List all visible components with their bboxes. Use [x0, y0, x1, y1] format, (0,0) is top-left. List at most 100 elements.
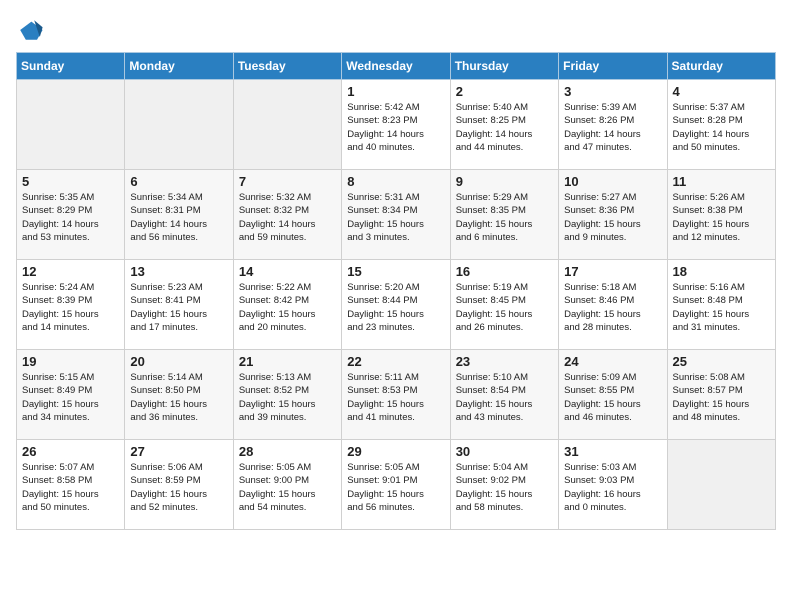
day-number: 3 [564, 84, 661, 99]
day-info: Sunrise: 5:34 AM Sunset: 8:31 PM Dayligh… [130, 191, 227, 244]
calendar-cell: 16Sunrise: 5:19 AM Sunset: 8:45 PM Dayli… [450, 260, 558, 350]
logo-icon [16, 16, 44, 44]
day-number: 13 [130, 264, 227, 279]
day-info: Sunrise: 5:03 AM Sunset: 9:03 PM Dayligh… [564, 461, 661, 514]
col-header-wednesday: Wednesday [342, 53, 450, 80]
calendar-cell: 18Sunrise: 5:16 AM Sunset: 8:48 PM Dayli… [667, 260, 775, 350]
calendar-cell: 11 Sunrise: 5:26 AM Sunset: 8:38 PM Dayli… [667, 170, 775, 260]
calendar-cell: 26 Sunrise: 5:07 AM Sunset: 8:58 PM Dayli… [17, 440, 125, 530]
day-info: Sunrise: 5:14 AM Sunset: 8:50 PM Dayligh… [130, 371, 227, 424]
calendar-cell: 10Sunrise: 5:27 AM Sunset: 8:36 PM Dayli… [559, 170, 667, 260]
day-info: Sunrise: 5:04 AM Sunset: 9:02 PM Dayligh… [456, 461, 553, 514]
day-number: 17 [564, 264, 661, 279]
col-header-thursday: Thursday [450, 53, 558, 80]
calendar-cell: 22 Sunrise: 5:11 AM Sunset: 8:53 PM Dayli… [342, 350, 450, 440]
day-number: 7 [239, 174, 336, 189]
col-header-monday: Monday [125, 53, 233, 80]
day-info: Sunrise: 5:11 AM Sunset: 8:53 PM Dayligh… [347, 371, 444, 424]
day-number: 1 [347, 84, 444, 99]
col-header-friday: Friday [559, 53, 667, 80]
calendar-cell: 7Sunrise: 5:32 AM Sunset: 8:32 PM Daylig… [233, 170, 341, 260]
day-info: Sunrise: 5:05 AM Sunset: 9:00 PM Dayligh… [239, 461, 336, 514]
day-number: 14 [239, 264, 336, 279]
day-number: 9 [456, 174, 553, 189]
calendar-cell: 4 Sunrise: 5:37 AM Sunset: 8:28 PM Daylig… [667, 80, 775, 170]
calendar-cell [667, 440, 775, 530]
calendar-body: 1 Sunrise: 5:42 AM Sunset: 8:23 PM Daylig… [17, 80, 776, 530]
calendar-cell: 17 Sunrise: 5:18 AM Sunset: 8:46 PM Dayli… [559, 260, 667, 350]
calendar-cell: 14 Sunrise: 5:22 AM Sunset: 8:42 PM Dayli… [233, 260, 341, 350]
day-info: Sunrise: 5:08 AM Sunset: 8:57 PM Dayligh… [673, 371, 770, 424]
day-info: Sunrise: 5:23 AM Sunset: 8:41 PM Dayligh… [130, 281, 227, 334]
day-number: 11 [673, 174, 770, 189]
col-header-saturday: Saturday [667, 53, 775, 80]
week-row-1: 1 Sunrise: 5:42 AM Sunset: 8:23 PM Daylig… [17, 80, 776, 170]
calendar-cell: 1 Sunrise: 5:42 AM Sunset: 8:23 PM Daylig… [342, 80, 450, 170]
day-number: 6 [130, 174, 227, 189]
calendar-cell [233, 80, 341, 170]
day-number: 20 [130, 354, 227, 369]
col-header-sunday: Sunday [17, 53, 125, 80]
day-info: Sunrise: 5:42 AM Sunset: 8:23 PM Dayligh… [347, 101, 444, 154]
calendar-table: SundayMondayTuesdayWednesdayThursdayFrid… [16, 52, 776, 530]
day-number: 24 [564, 354, 661, 369]
day-number: 29 [347, 444, 444, 459]
day-number: 22 [347, 354, 444, 369]
day-info: Sunrise: 5:09 AM Sunset: 8:55 PM Dayligh… [564, 371, 661, 424]
day-info: Sunrise: 5:22 AM Sunset: 8:42 PM Dayligh… [239, 281, 336, 334]
day-info: Sunrise: 5:31 AM Sunset: 8:34 PM Dayligh… [347, 191, 444, 244]
header-row: SundayMondayTuesdayWednesdayThursdayFrid… [17, 53, 776, 80]
week-row-3: 12 Sunrise: 5:24 AM Sunset: 8:39 PM Dayli… [17, 260, 776, 350]
day-info: Sunrise: 5:26 AM Sunset: 8:38 PM Dayligh… [673, 191, 770, 244]
calendar-cell [125, 80, 233, 170]
day-number: 21 [239, 354, 336, 369]
day-info: Sunrise: 5:05 AM Sunset: 9:01 PM Dayligh… [347, 461, 444, 514]
calendar-cell: 19Sunrise: 5:15 AM Sunset: 8:49 PM Dayli… [17, 350, 125, 440]
day-info: Sunrise: 5:37 AM Sunset: 8:28 PM Dayligh… [673, 101, 770, 154]
day-number: 30 [456, 444, 553, 459]
day-number: 8 [347, 174, 444, 189]
calendar-cell: 9 Sunrise: 5:29 AM Sunset: 8:35 PM Daylig… [450, 170, 558, 260]
day-info: Sunrise: 5:20 AM Sunset: 8:44 PM Dayligh… [347, 281, 444, 334]
col-header-tuesday: Tuesday [233, 53, 341, 80]
day-number: 27 [130, 444, 227, 459]
calendar-cell: 3 Sunrise: 5:39 AM Sunset: 8:26 PM Daylig… [559, 80, 667, 170]
calendar-cell: 28Sunrise: 5:05 AM Sunset: 9:00 PM Dayli… [233, 440, 341, 530]
day-number: 18 [673, 264, 770, 279]
day-number: 16 [456, 264, 553, 279]
calendar-cell [17, 80, 125, 170]
day-number: 4 [673, 84, 770, 99]
day-info: Sunrise: 5:39 AM Sunset: 8:26 PM Dayligh… [564, 101, 661, 154]
day-number: 26 [22, 444, 119, 459]
day-number: 5 [22, 174, 119, 189]
calendar-cell: 23Sunrise: 5:10 AM Sunset: 8:54 PM Dayli… [450, 350, 558, 440]
day-info: Sunrise: 5:06 AM Sunset: 8:59 PM Dayligh… [130, 461, 227, 514]
logo [16, 16, 48, 44]
calendar-cell: 27 Sunrise: 5:06 AM Sunset: 8:59 PM Dayli… [125, 440, 233, 530]
day-info: Sunrise: 5:07 AM Sunset: 8:58 PM Dayligh… [22, 461, 119, 514]
calendar-cell: 2 Sunrise: 5:40 AM Sunset: 8:25 PM Daylig… [450, 80, 558, 170]
day-info: Sunrise: 5:35 AM Sunset: 8:29 PM Dayligh… [22, 191, 119, 244]
day-number: 25 [673, 354, 770, 369]
calendar-cell: 25 Sunrise: 5:08 AM Sunset: 8:57 PM Dayli… [667, 350, 775, 440]
day-number: 10 [564, 174, 661, 189]
week-row-5: 26 Sunrise: 5:07 AM Sunset: 8:58 PM Dayli… [17, 440, 776, 530]
day-info: Sunrise: 5:24 AM Sunset: 8:39 PM Dayligh… [22, 281, 119, 334]
day-info: Sunrise: 5:18 AM Sunset: 8:46 PM Dayligh… [564, 281, 661, 334]
calendar-cell: 5 Sunrise: 5:35 AM Sunset: 8:29 PM Daylig… [17, 170, 125, 260]
calendar-cell: 29 Sunrise: 5:05 AM Sunset: 9:01 PM Dayli… [342, 440, 450, 530]
calendar-cell: 21 Sunrise: 5:13 AM Sunset: 8:52 PM Dayli… [233, 350, 341, 440]
calendar-cell: 12 Sunrise: 5:24 AM Sunset: 8:39 PM Dayli… [17, 260, 125, 350]
day-info: Sunrise: 5:29 AM Sunset: 8:35 PM Dayligh… [456, 191, 553, 244]
calendar-cell: 24 Sunrise: 5:09 AM Sunset: 8:55 PM Dayli… [559, 350, 667, 440]
calendar-cell: 6 Sunrise: 5:34 AM Sunset: 8:31 PM Daylig… [125, 170, 233, 260]
calendar-cell: 20 Sunrise: 5:14 AM Sunset: 8:50 PM Dayli… [125, 350, 233, 440]
day-number: 31 [564, 444, 661, 459]
calendar-header: SundayMondayTuesdayWednesdayThursdayFrid… [17, 53, 776, 80]
week-row-4: 19Sunrise: 5:15 AM Sunset: 8:49 PM Dayli… [17, 350, 776, 440]
day-number: 2 [456, 84, 553, 99]
page-header [16, 16, 776, 44]
day-info: Sunrise: 5:40 AM Sunset: 8:25 PM Dayligh… [456, 101, 553, 154]
day-info: Sunrise: 5:13 AM Sunset: 8:52 PM Dayligh… [239, 371, 336, 424]
day-number: 12 [22, 264, 119, 279]
